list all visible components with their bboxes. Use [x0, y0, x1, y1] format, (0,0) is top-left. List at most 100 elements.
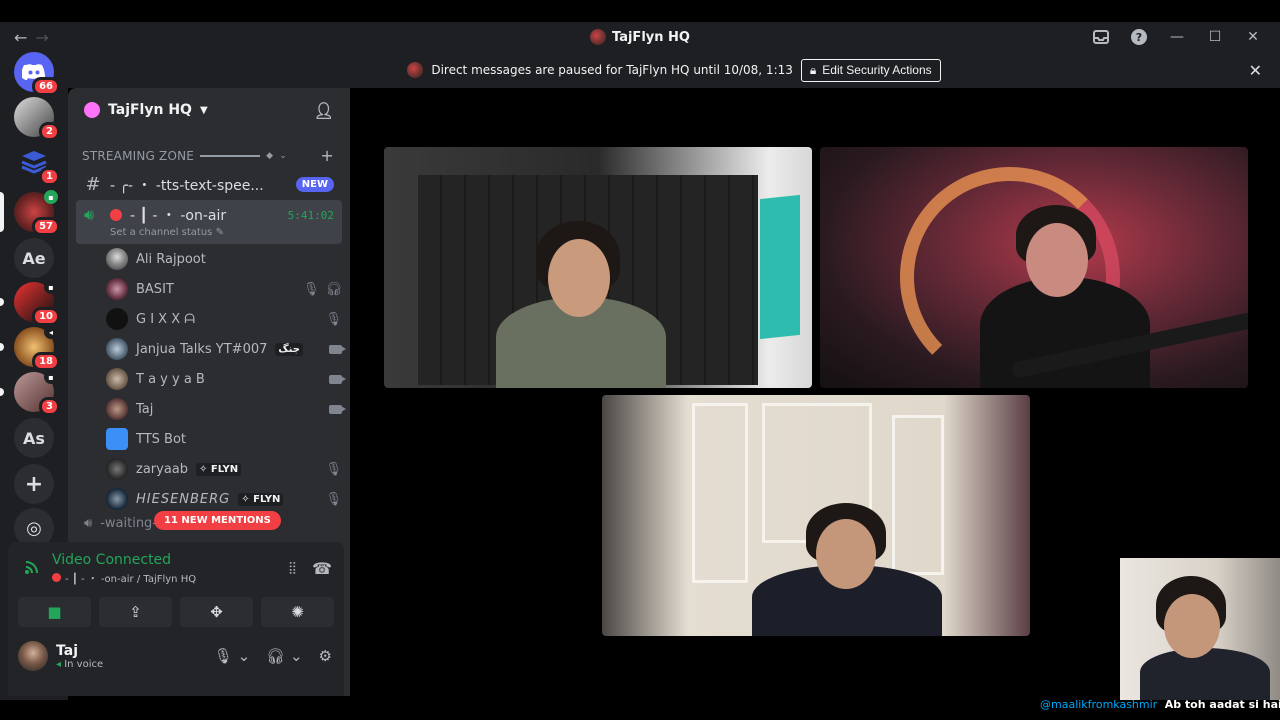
back-arrow-icon[interactable]: ← — [14, 28, 27, 47]
member-row[interactable]: TTS Bot — [106, 424, 342, 454]
call-timer: 5:41:02 — [287, 208, 334, 222]
member-row[interactable]: G I X X ᗩ 🎙︎ — [106, 304, 342, 334]
settings-gear-icon[interactable]: ⚙︎ — [319, 647, 332, 665]
member-row[interactable]: HIESENBERG ✧ FLYN 🎙︎ — [106, 484, 342, 514]
server-as[interactable]: As — [14, 418, 54, 458]
avatar — [106, 248, 128, 270]
avatar — [106, 338, 128, 360]
text-channel-icon: # — [85, 174, 101, 195]
server-badge: 2 — [39, 122, 60, 141]
member-tag-text: FLYN — [253, 493, 281, 505]
channel-on-air[interactable]: 🔊︎ - ┃ - ・ -on-air 5:41:02 Set a channel… — [76, 200, 342, 244]
server-ae-label: Ae — [22, 248, 46, 268]
disconnect-icon[interactable]: ☎︎ — [312, 559, 332, 579]
avatar — [106, 458, 128, 480]
new-mentions-pill[interactable]: 11 NEW MENTIONS — [154, 511, 281, 530]
minimize-button[interactable]: — — [1160, 22, 1194, 52]
participant-face — [1026, 223, 1088, 297]
avatar — [106, 398, 128, 420]
speaker-icon: ◂ — [44, 325, 58, 339]
participant-face — [816, 519, 876, 589]
member-row[interactable]: T a y y a B — [106, 364, 346, 394]
chevron-down-icon: ▼ — [199, 104, 208, 116]
camera-icon — [329, 344, 346, 354]
screen-share-button[interactable]: ⇪ — [99, 597, 172, 627]
soundboard-button[interactable]: ✺ — [261, 597, 334, 627]
camera-icon — [329, 404, 346, 414]
direct-messages-icon[interactable]: 66 — [14, 52, 60, 96]
chevron-down-icon: ⌄ — [279, 150, 287, 161]
speaker-icon: 🔊︎ — [84, 516, 93, 531]
member-name: G I X X ᗩ — [136, 311, 196, 327]
headphones-icon[interactable]: 🎧︎ ⌄ — [266, 647, 302, 665]
unread-pill — [0, 298, 4, 306]
server-gaming[interactable]: ▪ 10 — [14, 280, 60, 326]
member-row[interactable]: Taj — [106, 394, 346, 424]
voice-channel-name: - ┃ - ・ -on-air — [130, 208, 227, 224]
deafened-icon: 🎧︎ — [325, 281, 342, 297]
camera-toggle-button[interactable]: ■ — [18, 597, 91, 627]
server-gold[interactable]: ◂ 18 — [14, 325, 60, 371]
server-icon — [407, 62, 424, 78]
member-name: T a y y a B — [136, 371, 205, 387]
member-row[interactable]: Janjua Talks YT#007 جنگ — [106, 334, 346, 364]
microphone-icon[interactable]: 🎙︎ ⌄ — [214, 647, 250, 665]
maximize-button[interactable]: ☐ — [1198, 22, 1232, 52]
channel-status-text: Set a channel status — [110, 227, 213, 238]
video-tile[interactable] — [820, 147, 1248, 388]
edit-security-actions-button[interactable]: 🔒︎ Edit Security Actions — [800, 58, 941, 82]
user-panel[interactable]: Taj ◂ In voice 🎙︎ ⌄ 🎧︎ ⌄ ⚙︎ — [8, 627, 344, 671]
server-header[interactable]: TajFlyn HQ ▼ 👤︎ — [68, 88, 350, 132]
server-portrait[interactable]: ▪ 3 — [14, 370, 60, 416]
signal-icon[interactable] — [24, 559, 42, 579]
pencil-icon: ✎ — [215, 227, 224, 238]
member-tag-text: FLYN — [210, 463, 239, 475]
help-icon[interactable]: ? — [1131, 29, 1147, 45]
server-layers[interactable]: 1 — [14, 142, 60, 186]
member-row[interactable]: zaryaab ✧ FLYN 🎙︎ — [106, 454, 342, 484]
unread-pill — [0, 343, 4, 351]
forward-arrow-icon[interactable]: → — [35, 28, 48, 47]
avatar — [106, 278, 128, 300]
add-server-icon[interactable]: + — [14, 464, 54, 504]
connection-status[interactable]: Video Connected — [52, 552, 196, 568]
noise-suppression-icon[interactable]: ⦙⦙ — [289, 559, 296, 579]
server-anime[interactable]: 2 — [14, 97, 60, 141]
notice-text: Direct messages are paused for TajFlyn H… — [431, 63, 793, 77]
member-name: TTS Bot — [136, 431, 187, 447]
close-window-button[interactable]: ✕ — [1236, 22, 1270, 52]
member-row[interactable]: Ali Rajpoot — [106, 244, 342, 274]
stream-chat-caption: @maalikfromkashmir Ab toh aadat si hai m… — [1040, 698, 1280, 711]
teal-panel — [760, 194, 800, 340]
server-tajflyn-hq[interactable]: ▪ 57 — [14, 190, 60, 236]
member-name: BASIT — [136, 281, 174, 297]
inbox-icon[interactable] — [1084, 22, 1118, 52]
avatar — [106, 428, 128, 450]
member-name: HIESENBERG — [136, 491, 231, 507]
member-name: Ali Rajpoot — [136, 251, 206, 267]
muted-icon: 🎙︎ — [325, 461, 342, 477]
lock-icon: 🔒︎ — [809, 62, 817, 77]
avatar[interactable] — [18, 641, 48, 671]
video-tile[interactable] — [384, 147, 812, 388]
history-nav: ← → — [14, 28, 49, 47]
channel-status[interactable]: Set a channel status ✎ — [84, 227, 334, 238]
connection-location[interactable]: - ┃ - ・ -on-air / TajFlyn HQ — [65, 570, 196, 585]
activities-button[interactable]: ✥ — [180, 597, 253, 627]
video-tile[interactable] — [602, 395, 1030, 636]
create-channel-icon[interactable]: + — [320, 146, 334, 165]
avatar — [106, 308, 128, 330]
muted-icon: 🎙︎ — [325, 311, 342, 327]
camera-icon — [329, 374, 346, 384]
invite-icon[interactable]: 👤︎ — [314, 101, 334, 120]
server-ae[interactable]: Ae — [14, 238, 54, 278]
close-notice-icon[interactable]: ✕ — [1249, 61, 1262, 80]
member-row[interactable]: BASIT 🎙︎ 🎧︎ — [106, 274, 342, 304]
speaker-icon: ◂ — [56, 658, 62, 670]
boost-icon — [84, 102, 100, 118]
channel-tts-text[interactable]: # - ╭- ・ -tts-text-spee... NEW — [76, 169, 342, 200]
caption-author: @maalikfromkashmir — [1040, 698, 1158, 711]
muted-icon: 🎙︎ — [325, 491, 342, 507]
member-name: zaryaab — [136, 461, 189, 477]
category-streaming-zone[interactable]: STREAMING ZONE ◆ ⌄ + — [68, 132, 350, 169]
